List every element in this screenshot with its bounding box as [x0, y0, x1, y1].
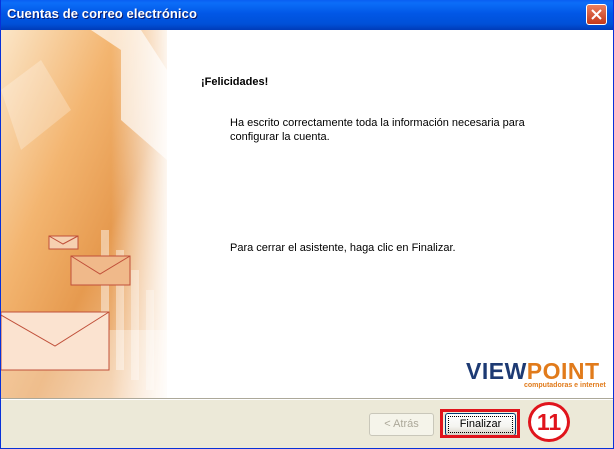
logo-word-view: VIEW	[466, 358, 527, 384]
wizard-window: Cuentas de correo electrónico ¡Felicidad…	[0, 0, 614, 449]
wizard-content	[1, 30, 613, 398]
step-number-badge: 11	[528, 402, 570, 442]
envelope-icon	[1, 311, 110, 371]
envelope-icon	[48, 235, 79, 250]
logo-tagline: computadoras e internet	[524, 382, 606, 389]
back-button[interactable]: < Atrás	[369, 413, 434, 436]
title-bar[interactable]: Cuentas de correo electrónico	[1, 0, 613, 30]
close-button[interactable]	[586, 4, 607, 25]
congrats-heading: ¡Felicidades!	[201, 76, 269, 88]
success-message: Ha escrito correctamente toda la informa…	[230, 117, 525, 143]
logo-word-point: POINT	[526, 358, 600, 384]
footer-divider	[1, 398, 613, 400]
close-icon	[591, 9, 602, 20]
finish-highlight-box	[440, 409, 520, 438]
side-banner	[1, 30, 167, 398]
viewpoint-logo: VIEWPOINT computadoras e internet	[466, 358, 606, 396]
finish-instruction: Para cerrar el asistente, haga clic en F…	[230, 242, 456, 254]
window-title: Cuentas de correo electrónico	[7, 6, 198, 21]
envelope-icon	[70, 255, 131, 286]
